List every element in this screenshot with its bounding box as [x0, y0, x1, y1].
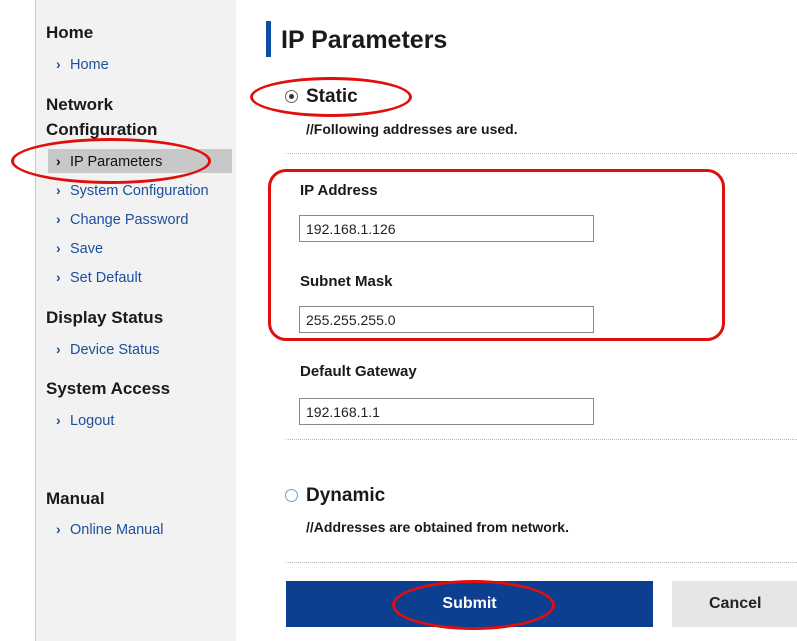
chevron-right-icon: › [56, 341, 61, 357]
title-accent-bar [266, 21, 271, 57]
chevron-right-icon: › [56, 412, 61, 428]
sidebar-section-manual: Manual [46, 489, 105, 508]
cancel-button[interactable]: Cancel [672, 581, 797, 627]
sidebar-item-label: Device Status [70, 342, 160, 358]
chevron-right-icon: › [56, 240, 61, 256]
divider [286, 439, 797, 440]
sidebar-item-set-default[interactable]: › Set Default [56, 265, 142, 289]
divider [286, 153, 797, 154]
page-title: IP Parameters [281, 26, 448, 54]
sidebar-item-label: Online Manual [70, 522, 164, 538]
sidebar-item-label: Logout [70, 413, 115, 429]
static-option-label[interactable]: Static [306, 85, 358, 109]
sidebar-section-system-access: System Access [46, 379, 171, 398]
sidebar-item-ip-parameters[interactable]: › IP Parameters [48, 149, 232, 173]
sidebar-item-label: Set Default [70, 270, 142, 286]
sidebar-item-change-password[interactable]: › Change Password [56, 207, 189, 231]
sidebar-item-label: IP Parameters [70, 154, 163, 170]
static-option-description: //Following addresses are used. [306, 121, 518, 137]
submit-button[interactable]: Submit [286, 581, 653, 627]
sidebar-section-network-line2: Configuration [46, 120, 158, 139]
divider [286, 562, 797, 563]
dynamic-option-label[interactable]: Dynamic [306, 484, 385, 508]
chevron-right-icon: › [56, 153, 61, 169]
chevron-right-icon: › [56, 521, 61, 537]
sidebar-item-device-status[interactable]: › Device Status [56, 337, 159, 361]
sidebar-item-home[interactable]: › Home [56, 52, 109, 76]
sidebar-item-save[interactable]: › Save [56, 236, 103, 260]
sidebar-item-label: Save [70, 241, 104, 257]
sidebar-item-label: System Configuration [70, 183, 209, 199]
chevron-right-icon: › [56, 182, 61, 198]
dynamic-radio[interactable] [285, 489, 298, 502]
subnet-mask-input[interactable] [299, 306, 594, 333]
static-radio[interactable] [285, 90, 298, 103]
chevron-right-icon: › [56, 211, 61, 227]
sidebar-item-logout[interactable]: › Logout [56, 408, 114, 432]
ip-address-label: IP Address [300, 182, 378, 199]
default-gateway-input[interactable] [299, 398, 594, 425]
sidebar-section-display-status: Display Status [46, 308, 164, 327]
default-gateway-label: Default Gateway [300, 363, 417, 380]
sidebar-section-network-line1: Network [46, 95, 114, 114]
sidebar-section-home: Home [46, 23, 94, 42]
subnet-mask-label: Subnet Mask [300, 273, 393, 290]
sidebar-item-label: Home [70, 57, 109, 73]
chevron-right-icon: › [56, 56, 61, 72]
sidebar-item-online-manual[interactable]: › Online Manual [56, 517, 164, 541]
main-content: IP Parameters Static //Following address… [236, 0, 797, 641]
dynamic-option-description: //Addresses are obtained from network. [306, 519, 569, 535]
ip-address-input[interactable] [299, 215, 594, 242]
chevron-right-icon: › [56, 269, 61, 285]
sidebar-item-system-configuration[interactable]: › System Configuration [56, 178, 209, 202]
sidebar-item-label: Change Password [70, 212, 189, 228]
sidebar: Home › Home Network Configuration › IP Par… [36, 0, 236, 641]
